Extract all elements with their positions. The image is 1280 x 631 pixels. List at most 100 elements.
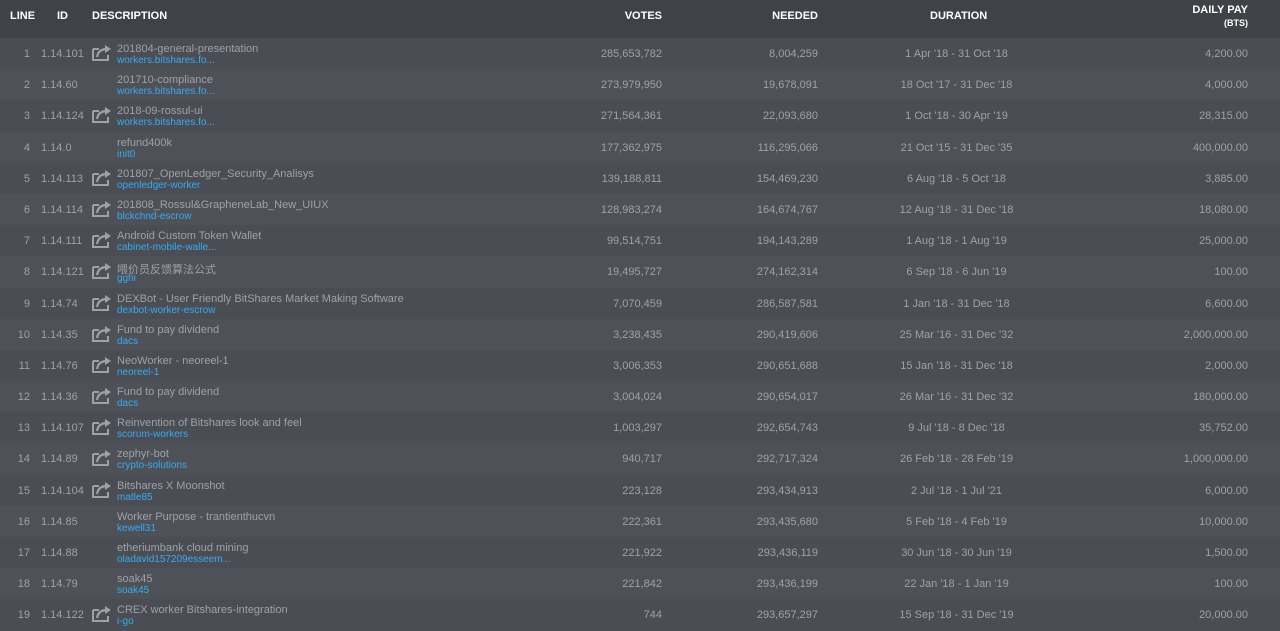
row-id[interactable]: 1.14.79 [41,578,78,590]
row-worker-link[interactable]: workers.bitshares.fo... [117,117,215,128]
row-daily-pay: 400,000.00 [1192,141,1248,154]
external-link-icon[interactable] [91,200,113,218]
external-link-icon[interactable] [91,449,113,467]
row-worker-link[interactable]: kewell31 [117,523,156,534]
row-worker-link[interactable]: scorum-workers [117,429,188,440]
row-line-number: 10 [17,328,30,341]
table-row: 3 1.14.124 2018-09-rossul-ui workers.bit… [0,100,1280,132]
row-votes: 3,006,353 [613,359,662,372]
row-title: refund400k [117,136,173,149]
external-link-icon[interactable] [91,387,113,405]
row-worker-link[interactable]: soak45 [117,585,149,596]
row-line-number: 4 [23,141,30,154]
row-duration: 18 Oct '17 - 31 Dec '18 [900,79,1013,92]
row-id[interactable]: 1.14.104 [41,485,84,497]
external-link-icon[interactable] [91,418,113,436]
row-votes: 1,003,297 [613,422,662,435]
header-line[interactable]: LINE [10,10,35,23]
row-duration: 26 Feb '18 - 28 Feb '19 [899,453,1014,466]
row-worker-link[interactable]: neoreel-1 [117,367,159,378]
row-worker-link[interactable]: blckchnd-escrow [117,211,191,222]
row-title: Fund to pay dividend [117,323,220,336]
row-title: 201807_OpenLedger_Security_Analisys [117,167,314,180]
header-needed[interactable]: NEEDED [772,10,818,23]
row-needed: 286,587,581 [756,297,818,310]
row-id[interactable]: 1.14.76 [41,360,78,372]
row-line-number: 12 [17,391,30,404]
external-link-icon[interactable] [91,481,113,499]
row-line-number: 19 [17,609,30,622]
row-title: Android Custom Token Wallet [117,230,262,243]
row-duration: 1 Jan '18 - 31 Dec '18 [903,297,1010,310]
row-title: soak45 [117,573,153,586]
row-worker-link[interactable]: dacs [117,398,138,409]
row-needed: 8,004,259 [769,48,818,60]
row-id[interactable]: 1.14.107 [41,422,84,434]
external-link-icon[interactable] [91,169,113,187]
row-worker-link[interactable]: dacs [117,336,138,347]
row-id[interactable]: 1.14.114 [41,204,83,216]
row-duration: 5 Feb '18 - 4 Feb '19 [906,515,1007,528]
row-title: zephyr-bot [117,448,169,461]
row-title: Bitshares X Moonshot [117,479,225,492]
row-needed: 293,435,680 [756,515,818,528]
row-daily-pay: 6,600.00 [1205,297,1248,310]
row-id[interactable]: 1.14.74 [41,298,78,310]
row-id[interactable]: 1.14.124 [41,110,84,122]
row-duration: 1 Oct '18 - 30 Apr '19 [905,110,1008,123]
row-worker-link[interactable]: workers.bitshares.fo... [117,86,215,97]
row-worker-link[interactable]: openledger-worker [117,180,200,191]
row-title: 2018-09-rossul-ui [117,105,203,118]
row-votes: 223,128 [622,484,662,497]
row-id[interactable]: 1.14.36 [41,391,78,403]
external-link-icon[interactable] [91,231,113,249]
row-id[interactable]: 1.14.111 [41,235,82,247]
row-daily-pay: 180,000.00 [1192,391,1248,404]
row-worker-link[interactable]: matle85 [117,492,153,503]
row-line-number: 13 [17,422,30,435]
row-duration: 21 Oct '15 - 31 Dec '35 [900,141,1013,154]
external-link-icon[interactable] [91,356,113,374]
external-link-icon[interactable] [91,325,113,343]
row-id[interactable]: 1.14.122 [41,609,84,621]
row-id[interactable]: 1.14.88 [41,547,78,559]
row-line-number: 8 [23,266,30,279]
external-link-icon[interactable] [91,262,113,280]
header-duration[interactable]: DURATION [930,10,987,23]
row-worker-link[interactable]: cabinet-mobile-walle... [117,242,217,253]
row-line-number: 17 [17,547,30,559]
header-votes[interactable]: VOTES [625,10,662,23]
row-daily-pay: 25,000.00 [1199,235,1248,248]
table-row: 2 1.14.60 201710-compliance workers.bits… [0,69,1280,101]
row-id[interactable]: 1.14.35 [41,329,78,341]
row-worker-link[interactable]: init0 [117,149,135,160]
row-worker-link[interactable]: dexbot-worker-escrow [117,305,215,316]
row-worker-link[interactable]: crypto-solutions [117,460,187,471]
row-id[interactable]: 1.14.113 [41,173,83,185]
row-worker-link[interactable]: workers.bitshares.fo... [117,55,215,66]
row-worker-link[interactable]: oladavid157209esseem... [117,554,231,565]
table-row: 4 1.14.0 refund400k init0 177,362,975 11… [0,131,1280,163]
row-votes: 3,238,435 [613,328,662,341]
row-id[interactable]: 1.14.60 [41,79,78,91]
row-id[interactable]: 1.14.0 [41,142,72,154]
header-daily-pay[interactable]: DAILY PAY (BTS) [1192,4,1248,30]
row-title: Fund to pay dividend [117,386,220,399]
row-votes: 177,362,975 [600,141,662,154]
row-id[interactable]: 1.14.85 [41,516,78,528]
row-worker-link[interactable]: i-go [117,616,134,627]
external-link-icon[interactable] [91,605,113,623]
header-id[interactable]: ID [57,10,68,23]
row-daily-pay: 100.00 [1214,578,1248,591]
external-link-icon[interactable] [91,106,113,124]
header-description[interactable]: DESCRIPTION [92,10,167,23]
row-daily-pay: 4,200.00 [1205,48,1248,60]
row-id[interactable]: 1.14.101 [41,48,84,60]
row-votes: 139,188,811 [601,172,662,185]
row-worker-link[interactable]: gghi [117,273,136,284]
row-votes: 271,564,361 [600,110,662,123]
external-link-icon[interactable] [91,44,113,62]
row-id[interactable]: 1.14.89 [41,453,78,465]
external-link-icon[interactable] [91,294,113,312]
row-id[interactable]: 1.14.121 [41,266,84,278]
